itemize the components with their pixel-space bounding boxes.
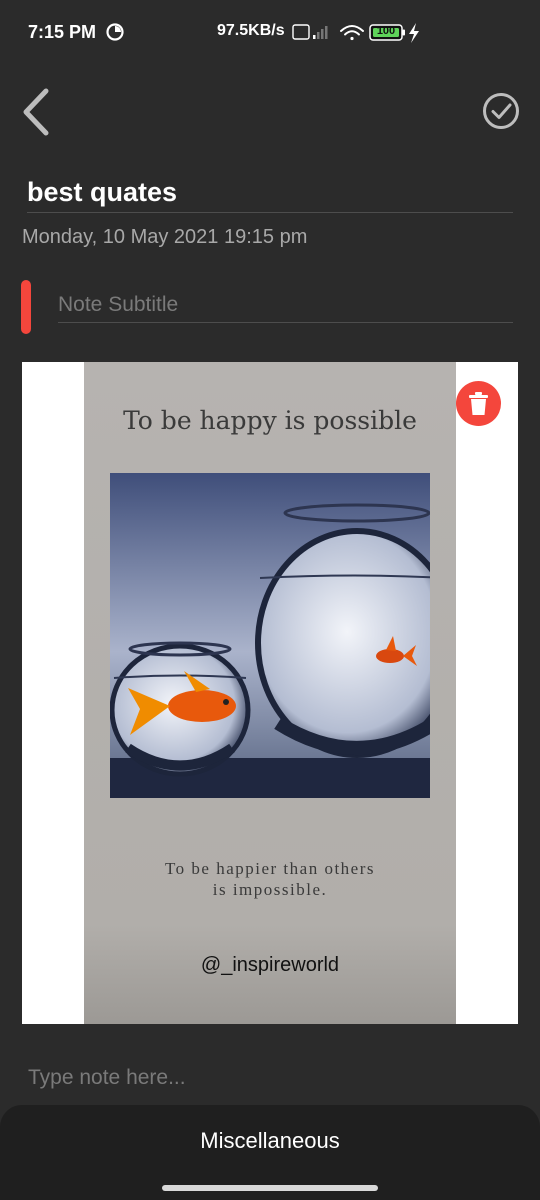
- chevron-left-icon: [23, 88, 49, 136]
- status-time: 7:15 PM: [28, 22, 97, 42]
- signal-icon: [313, 26, 328, 39]
- note-image: To be happy is possible To be happier th…: [22, 362, 518, 1024]
- check-circle-icon: [483, 93, 519, 129]
- quote-poster: To be happy is possible To be happier th…: [84, 362, 456, 1024]
- miscellaneous-label: Miscellaneous: [200, 1128, 340, 1153]
- save-button[interactable]: [480, 90, 522, 132]
- note-body-input[interactable]: Type note here...: [28, 1066, 186, 1090]
- charging-icon: [409, 23, 419, 43]
- volte-icon: [292, 24, 310, 40]
- home-indicator[interactable]: [162, 1185, 378, 1191]
- trash-icon: [469, 392, 488, 415]
- wifi-icon: [340, 25, 364, 41]
- poster-quote-line2: is impossible.: [212, 880, 328, 899]
- delete-image-button[interactable]: [456, 381, 501, 426]
- battery-level: 100: [376, 25, 396, 37]
- subtitle-indicator: [21, 280, 31, 334]
- note-date-time: Monday, 10 May 2021 19:15 pm: [22, 226, 308, 248]
- poster-title: To be happy is possible: [123, 406, 417, 435]
- sync-status-icon: [106, 23, 124, 41]
- poster-quote: To be happier than others is impossible.: [84, 858, 456, 900]
- poster-quote-line1: To be happier than others: [164, 859, 376, 878]
- goldfish-bowls-photo: [110, 473, 430, 798]
- note-title-input[interactable]: best quates: [27, 172, 513, 213]
- poster-handle: @_inspireworld: [200, 954, 340, 976]
- status-icons: [292, 23, 419, 43]
- status-bar: 7:15 PM 97.5KB/s 100: [0, 0, 540, 64]
- note-subtitle-input[interactable]: Note Subtitle: [58, 288, 513, 323]
- network-speed: 97.5KB/s: [217, 22, 285, 39]
- back-button[interactable]: [18, 86, 54, 138]
